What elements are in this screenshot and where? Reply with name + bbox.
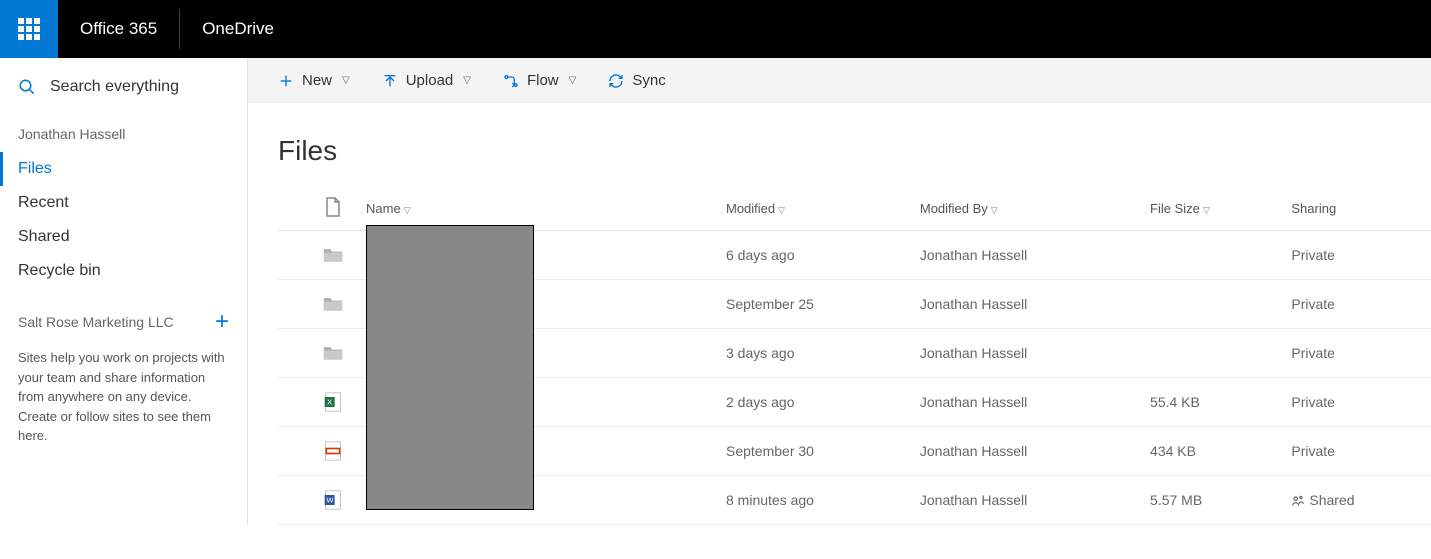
sharing-cell: Private	[1283, 378, 1431, 427]
owner-name: Jonathan Hassell	[0, 126, 247, 152]
app-name-label[interactable]: OneDrive	[180, 19, 296, 39]
sharing-cell: Private	[1283, 329, 1431, 378]
svg-text:W: W	[326, 496, 334, 505]
search-icon	[18, 78, 36, 96]
sidebar: Search everything Jonathan Hassell Files…	[0, 58, 248, 525]
flow-label: Flow	[527, 72, 559, 89]
file-type-cell: W	[308, 476, 358, 525]
size-cell	[1142, 231, 1283, 280]
column-size[interactable]: File Size▽	[1142, 187, 1283, 231]
modified-by-cell: Jonathan Hassell	[912, 427, 1142, 476]
folder-icon	[323, 343, 343, 363]
sync-icon	[608, 73, 624, 89]
column-type-icon[interactable]	[308, 187, 358, 231]
shared-icon	[1291, 492, 1309, 508]
sharing-cell: Private	[1283, 231, 1431, 280]
chevron-down-icon: ▽	[778, 205, 785, 215]
sync-button[interactable]: Sync	[608, 72, 665, 89]
pdf-icon	[323, 441, 343, 461]
file-name-cell[interactable]	[358, 231, 718, 280]
row-select[interactable]	[278, 231, 308, 280]
column-modified-by[interactable]: Modified By▽	[912, 187, 1142, 231]
row-select[interactable]	[278, 476, 308, 525]
brand-label: Office 365	[58, 19, 179, 39]
search-placeholder: Search everything	[50, 78, 179, 96]
word-icon: W	[323, 490, 343, 510]
sharing-cell: Shared	[1283, 476, 1431, 525]
size-cell	[1142, 329, 1283, 378]
upload-button[interactable]: Upload ▽	[382, 72, 471, 89]
size-cell: 434 KB	[1142, 427, 1283, 476]
content-area: New ▽ Upload ▽ Flow ▽ Sync Files	[248, 58, 1431, 525]
chevron-down-icon: ▽	[463, 75, 471, 86]
flow-button[interactable]: Flow ▽	[503, 72, 576, 89]
modified-cell: September 25	[718, 280, 912, 329]
top-bar: Office 365 OneDrive	[0, 0, 1431, 58]
sync-label: Sync	[632, 72, 665, 89]
nav-shared[interactable]: Shared	[0, 220, 247, 254]
nav-recent[interactable]: Recent	[0, 186, 247, 220]
file-icon	[325, 197, 341, 217]
modified-by-cell: Jonathan Hassell	[912, 280, 1142, 329]
row-select[interactable]	[278, 378, 308, 427]
file-type-cell: X	[308, 378, 358, 427]
column-name[interactable]: Name▽	[358, 187, 718, 231]
chevron-down-icon: ▽	[569, 75, 577, 86]
add-site-button[interactable]: +	[215, 310, 229, 334]
nav-recycle-bin[interactable]: Recycle bin	[0, 254, 247, 288]
chevron-down-icon: ▽	[404, 205, 411, 215]
chevron-down-icon: ▽	[342, 75, 350, 86]
flow-icon	[503, 73, 519, 89]
size-cell	[1142, 280, 1283, 329]
sidebar-help-text: Sites help you work on projects with you…	[0, 340, 247, 454]
app-launcher-button[interactable]	[0, 0, 58, 58]
modified-by-cell: Jonathan Hassell	[912, 329, 1142, 378]
size-cell: 55.4 KB	[1142, 378, 1283, 427]
column-select[interactable]	[278, 187, 308, 231]
modified-cell: 8 minutes ago	[718, 476, 912, 525]
new-label: New	[302, 72, 332, 89]
svg-text:X: X	[327, 398, 332, 407]
modified-cell: 6 days ago	[718, 231, 912, 280]
new-button[interactable]: New ▽	[278, 72, 350, 89]
sharing-cell: Private	[1283, 427, 1431, 476]
modified-cell: 2 days ago	[718, 378, 912, 427]
redaction-overlay	[366, 225, 534, 510]
folder-icon	[323, 245, 343, 265]
search-input[interactable]: Search everything	[0, 58, 247, 126]
folder-icon	[323, 294, 343, 314]
modified-by-cell: Jonathan Hassell	[912, 378, 1142, 427]
nav-files[interactable]: Files	[0, 152, 247, 186]
command-bar: New ▽ Upload ▽ Flow ▽ Sync	[248, 58, 1431, 103]
page-title: Files	[248, 103, 1431, 187]
modified-cell: 3 days ago	[718, 329, 912, 378]
file-type-cell	[308, 329, 358, 378]
file-type-cell	[308, 231, 358, 280]
nav-list: Files Recent Shared Recycle bin	[0, 152, 247, 288]
upload-icon	[382, 73, 398, 89]
size-cell: 5.57 MB	[1142, 476, 1283, 525]
column-modified[interactable]: Modified▽	[718, 187, 912, 231]
group-label: Salt Rose Marketing LLC	[18, 314, 174, 330]
upload-label: Upload	[406, 72, 454, 89]
file-type-cell	[308, 427, 358, 476]
file-type-cell	[308, 280, 358, 329]
plus-icon	[278, 73, 294, 89]
modified-by-cell: Jonathan Hassell	[912, 231, 1142, 280]
column-sharing[interactable]: Sharing	[1283, 187, 1431, 231]
table-row[interactable]: 6 days agoJonathan Hassell Private	[278, 231, 1431, 280]
chevron-down-icon: ▽	[1203, 205, 1210, 215]
row-select[interactable]	[278, 427, 308, 476]
excel-icon: X	[323, 392, 343, 412]
sidebar-group-header: Salt Rose Marketing LLC +	[0, 288, 247, 340]
row-select[interactable]	[278, 280, 308, 329]
sharing-cell: Private	[1283, 280, 1431, 329]
file-table: Name▽ Modified▽ Modified By▽ File Size▽ …	[278, 187, 1431, 525]
row-select[interactable]	[278, 329, 308, 378]
modified-cell: September 30	[718, 427, 912, 476]
waffle-icon	[18, 18, 40, 40]
chevron-down-icon: ▽	[991, 205, 998, 215]
modified-by-cell: Jonathan Hassell	[912, 476, 1142, 525]
